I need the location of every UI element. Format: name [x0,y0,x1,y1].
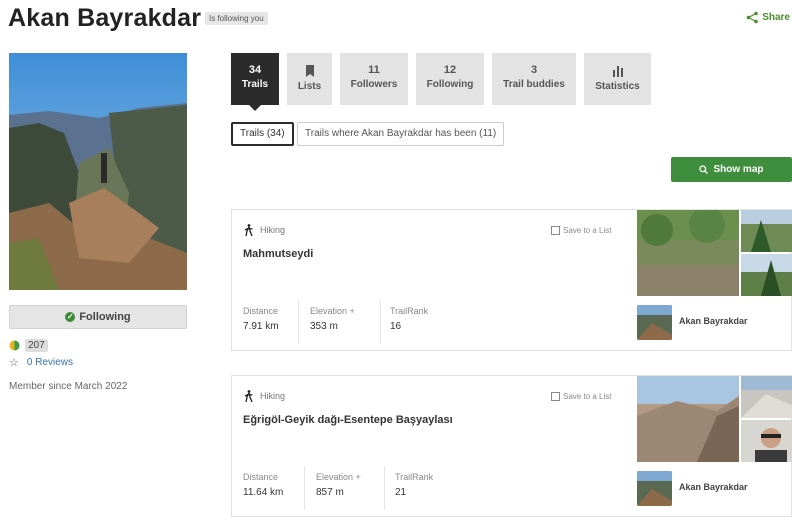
show-map-button[interactable]: Show map [671,157,792,182]
tab-followers[interactable]: 11 Followers [340,53,408,105]
author-name[interactable]: Akan Bayrakdar [679,316,748,326]
stat-label-trailrank: TrailRank [390,306,429,316]
tab-trail-buddies-count: 3 [530,64,538,76]
points-value: 207 [25,339,48,352]
profile-photo[interactable] [9,53,187,290]
save-to-list-button[interactable]: Save to a List [551,392,611,401]
stat-label-elevation: Elevation + [310,306,355,316]
follows-you-badge: Is following you [205,12,268,25]
trail-photo[interactable] [741,254,792,296]
avatar[interactable] [637,305,672,340]
points-row: 207 [9,339,48,352]
activity-label: Hiking [260,225,286,235]
member-since: Member since March 2022 [9,381,128,392]
tab-lists[interactable]: Lists [287,53,332,105]
trail-photo[interactable] [741,420,792,462]
divider [304,466,305,510]
stat-label-elevation: Elevation + [316,472,361,482]
tab-following[interactable]: 12 Following [416,53,484,105]
profile-name: Akan Bayrakdar [8,4,202,32]
tab-trails[interactable]: 34 Trails [231,53,279,111]
tab-following-label: Following [426,79,474,90]
bookmark-icon [305,65,314,77]
trail-photo[interactable] [637,207,739,296]
subtab-trails-been[interactable]: Trails where Akan Bayrakdar has been (11… [297,122,505,146]
tab-lists-label: Lists [297,81,322,92]
hiker-icon [244,224,253,236]
subtab-trails[interactable]: Trails (34) [231,122,294,146]
divider [384,466,385,510]
tab-followers-label: Followers [350,79,398,90]
trail-photo[interactable] [637,376,739,462]
search-icon [699,165,709,174]
save-to-list-button[interactable]: Save to a List [551,226,611,235]
activity-label: Hiking [260,391,286,401]
tab-following-count: 12 [443,64,457,76]
checkbox-icon [551,392,560,401]
trail-photo[interactable] [741,210,792,252]
check-icon: ✓ [65,312,76,322]
trail-name[interactable]: Eğrigöl-Geyik dağı-Esentepe Başyaylası [243,414,453,426]
save-to-list-label: Save to a List [563,392,612,401]
trail-card[interactable]: Hiking Save to a List Mahmutseydi Distan… [231,207,792,351]
trail-photo[interactable] [741,376,792,418]
tab-trails-count: 34 [248,64,262,76]
stat-value-distance: 11.64 km [243,487,284,498]
divider [298,300,299,344]
stat-value-trailrank: 21 [395,487,407,498]
avatar[interactable] [637,471,672,506]
show-map-label: Show map [713,164,764,175]
tab-statistics-label: Statistics [595,81,640,92]
activity-type: Hiking [244,390,285,402]
stat-label-trailrank: TrailRank [395,472,434,482]
checkbox-icon [551,226,560,235]
tab-trail-buddies-label: Trail buddies [503,79,565,90]
stat-label-distance: Distance [243,472,279,482]
hiker-icon [244,390,253,402]
tab-trail-buddies[interactable]: 3 Trail buddies [492,53,576,105]
stat-value-distance: 7.91 km [243,321,279,332]
following-button[interactable]: ✓ Following [9,305,187,329]
divider [380,300,381,344]
following-label: Following [79,311,131,323]
share-button[interactable]: Share [746,11,790,24]
tab-followers-count: 11 [368,64,380,76]
share-icon [746,11,759,24]
star-icon: ☆ [9,357,19,369]
stat-value-trailrank: 16 [390,321,402,332]
points-medal-icon [9,340,20,351]
stat-label-distance: Distance [243,306,279,316]
trail-card[interactable]: Hiking Save to a List Eğrigöl-Geyik dağı… [231,375,792,517]
share-label: Share [762,12,790,23]
author-name[interactable]: Akan Bayrakdar [679,482,748,492]
tab-statistics[interactable]: Statistics [584,53,651,105]
trail-name[interactable]: Mahmutseydi [243,248,313,260]
reviews-link[interactable]: 0 Reviews [27,357,73,368]
stat-value-elevation: 353 m [310,321,338,332]
bar-chart-icon [612,66,623,77]
reviews-row[interactable]: ☆ 0 Reviews [9,356,73,369]
tab-trails-label: Trails [241,79,269,90]
save-to-list-label: Save to a List [563,226,612,235]
stat-value-elevation: 857 m [316,487,344,498]
activity-type: Hiking [244,224,285,236]
